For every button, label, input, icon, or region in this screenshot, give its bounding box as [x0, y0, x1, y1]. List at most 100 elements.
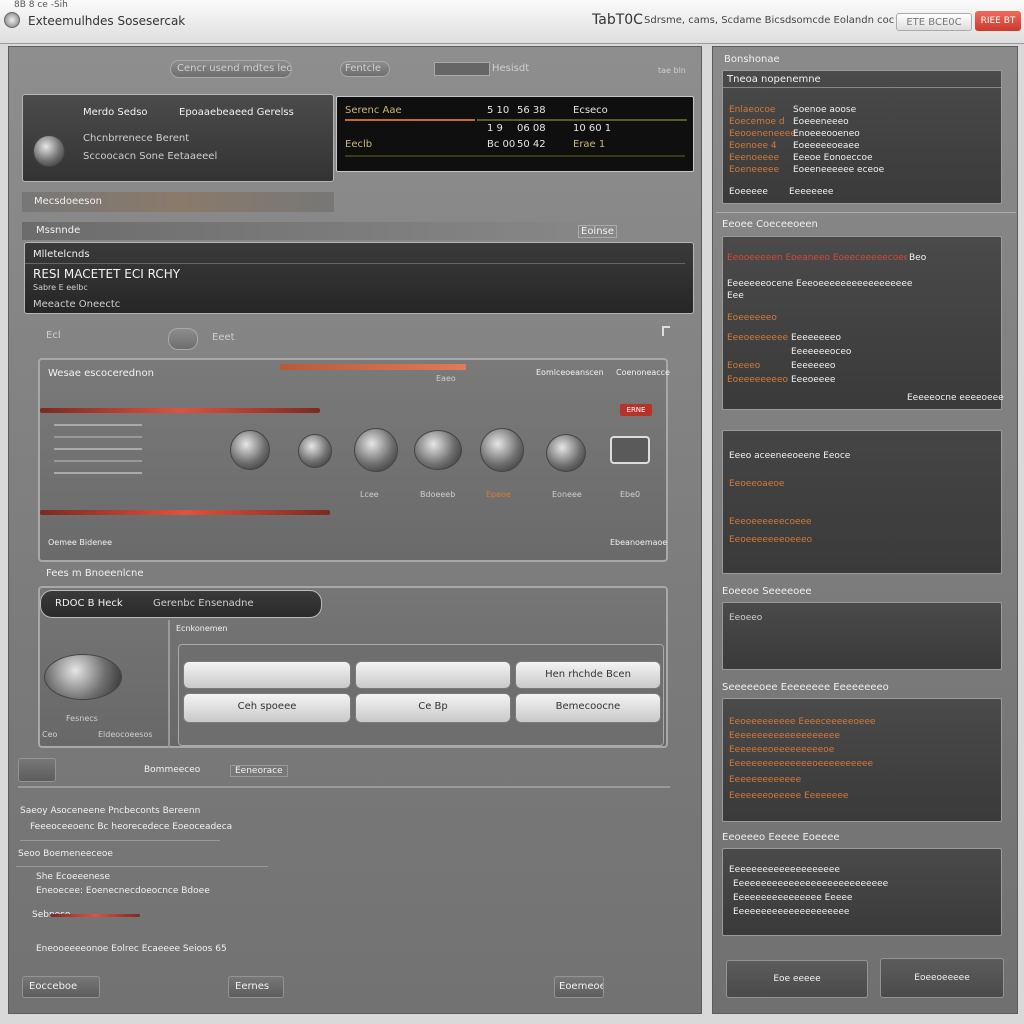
readout-r1-b: 5 10	[487, 105, 510, 116]
mixer-knob-label-3: Epeoe	[486, 490, 511, 499]
sb1-r5-a: Eeenoeeee	[729, 153, 780, 163]
sb5-line-6: Eeeeeeeoeeeee Eeeeeeee	[729, 791, 849, 801]
sb1-r3-b: Enoeeeooeneo	[793, 129, 860, 139]
primary-button[interactable]: RIEE BT	[975, 11, 1021, 31]
mixer-knob-6[interactable]	[546, 434, 586, 472]
mixer-footer-right[interactable]: Ebeanoemaoe	[610, 538, 667, 547]
mixer-knob-4[interactable]	[414, 430, 462, 470]
mixer-progress	[280, 364, 466, 370]
sb1-r1-a: Enlaeocoe	[729, 105, 776, 115]
sb1-r6-a: Eoeneeeee	[729, 165, 780, 175]
sb2-p1-b: Eeeeeeeeo	[791, 333, 841, 343]
sb1-r5-b: Eeeoe Eonoeccoe	[793, 153, 873, 163]
sidebar-box-1-rule	[723, 87, 1001, 88]
readout-r3-a: Eeclb	[345, 139, 373, 150]
toolbar-field-3: Hesisdt	[492, 63, 530, 74]
sb1-r2-a: Eoecemoe d	[729, 117, 785, 127]
nav-box[interactable]	[18, 758, 56, 782]
mixer-device-icon[interactable]	[610, 436, 650, 464]
sb2-p2-b: Eeeeeeeoceo	[791, 347, 852, 357]
grid-button-5[interactable]: Ce Bp	[355, 693, 511, 723]
grid-button-4[interactable]: Ceh spoeee	[183, 693, 351, 723]
sidebar-box-3: Eeeo aceeneeoeene Eeoce Eeoeeoaeoe Eeeoe…	[722, 430, 1002, 574]
toolbar-slider[interactable]	[434, 62, 490, 76]
bottom-foot-right[interactable]: Eoemeoe	[554, 976, 604, 998]
device-line-2: Sccoocacn Sone Eetaaeeel	[83, 151, 218, 162]
button-grid: Hen rhchde Bcen Ceh spoeee Ce Bp Bemecoo…	[178, 644, 664, 746]
sb2-foot[interactable]: Eeeeeocne eeeeoeee	[907, 393, 1004, 403]
bottom-foot-mid[interactable]: Eernes	[228, 976, 284, 998]
mixer-knob-3[interactable]	[354, 428, 398, 472]
section-2-right[interactable]: Eoinse	[578, 225, 617, 238]
sidebar-box-4: Eeoeeo	[722, 602, 1002, 670]
sb5-line-1: Eeoeeeeeeeee Eeeeceeeeeoeee	[729, 717, 876, 727]
lower-foot-1: Ceo	[42, 730, 58, 739]
toolbar-field-2[interactable]: Fentcle	[340, 61, 390, 77]
device-title: Merdo Sedso	[83, 107, 148, 118]
sb2-p4-b: Eeeoeeee	[791, 375, 836, 385]
section-1-label: Mecsdoeeson	[34, 196, 102, 207]
sidebar-button-1[interactable]: Eoe eeeee	[726, 960, 868, 998]
sb2-line-1: Eeooeeeeen Eoeaneeo Eoeeceeeeecoeeeo	[727, 253, 907, 263]
nav-1[interactable]: Bommeeceo	[144, 765, 200, 775]
device-knob[interactable]	[33, 135, 65, 167]
mixer-knob-5[interactable]	[480, 428, 524, 472]
grid-button-3[interactable]: Hen rhchde Bcen	[515, 661, 661, 689]
lower-knob-caption: Fesnecs	[66, 714, 98, 723]
sb6-line-2: Eeeeeeeeeeeeeeeeeeeeeeeeeeee	[733, 879, 889, 889]
toolbar-field-1[interactable]: Cencr usend mdtes leolen	[170, 60, 292, 78]
back-icon[interactable]	[4, 12, 20, 28]
bottom-foot-left[interactable]: Eocceboe	[22, 976, 100, 998]
lower-rule	[18, 786, 670, 788]
mixer-tag[interactable]: ERNE	[620, 404, 652, 416]
sb1-r1-b: Soenoe aoose	[793, 105, 857, 115]
sb1-r4-a: Eoenoee 4	[729, 141, 777, 151]
mixer-track-sub: Eaeo	[436, 374, 456, 383]
device-line-1: Chcnbrrenece Berent	[83, 133, 190, 144]
bottom-header: Seoo Boemeneeceoe	[18, 849, 113, 859]
sb4-text: Eeoeeo	[729, 613, 763, 623]
sb3-line-3: Eeoeeeeeeeoeeeo	[729, 535, 813, 545]
sb6-line-3: Eeeeeeeeeeeeeeee Eeeee	[733, 893, 853, 903]
control-toggle[interactable]	[168, 328, 198, 350]
mixer-track-line-4	[54, 460, 142, 462]
sidebar-button-2[interactable]: Eoeeoeeeee	[880, 958, 1004, 998]
sb1-r2-b: Eoeeeneeeo	[793, 117, 849, 127]
sb1-r4-b: Eoeeeeeoeaee	[793, 141, 860, 151]
mixer-knob-2[interactable]	[298, 434, 332, 468]
bottom-red-line	[50, 914, 140, 917]
sb2-line-3: Eee	[727, 291, 744, 301]
grid-button-2[interactable]	[355, 661, 511, 689]
bottom-rule-2	[16, 866, 268, 867]
lower-foot-2: Eldeocoeesos	[98, 730, 153, 739]
mixer-panel: Wesae escocerednon Eaeo Eomlceoeanscen C…	[38, 358, 670, 562]
lower-bar[interactable]: RDOC B Heck Gerenbc Ensenadne	[40, 590, 322, 618]
grid-button-1[interactable]	[183, 661, 351, 689]
grid-button-6[interactable]: Bemecoocne	[515, 693, 661, 723]
toolbar-right-label: tae bln	[658, 66, 686, 75]
secondary-button[interactable]: ETE BCE0C	[896, 13, 972, 31]
sidebar-box-1: Tneoa nopenemne Enlaeocoe Soenoe aoose E…	[722, 70, 1002, 204]
sb1-r3-a: Eeooeneneeee	[729, 129, 796, 139]
app-title: Exteemulhdes Sosesercak	[28, 14, 186, 28]
sidebar-rule-1	[716, 212, 1016, 213]
tab-text[interactable]: 8B 8 ce -Sih	[14, 0, 68, 10]
lower-bar-label: RDOC B Heck	[55, 598, 123, 609]
readout-r2-c: 06 08	[517, 123, 546, 134]
lower-bar-value: Gerenbc Ensenadne	[153, 598, 254, 609]
readout-r2-b: 1 9	[487, 123, 503, 134]
sidebar-h1: Bonshonae	[724, 54, 780, 65]
bottom-item-4: Eneooeeeeonoe Eolrec Ecaeeee Seioos 65	[36, 944, 227, 954]
readout-r2-d: 10 60 1	[573, 123, 612, 134]
mixer-knob-1[interactable]	[230, 430, 270, 470]
nav-2[interactable]: Eeneorace	[230, 765, 288, 777]
readout-display: Serenc Aae 5 10 56 38 Ecseco 1 9 06 08 1…	[336, 96, 694, 172]
lower-section-title: Fees m Bnoeenlcne	[46, 568, 144, 579]
mixer-knob-label-2: Bdoeeeb	[420, 490, 456, 499]
mixer-footer-left: Oemee Bidenee	[48, 538, 113, 547]
mixer-knob-label-4: Eoneee	[552, 490, 582, 499]
sb2-p3-a: Eoeeeo	[727, 361, 761, 371]
sb6-line-1: Eeeeeeeeeeeeeeeeeeee	[729, 865, 840, 875]
lower-knob[interactable]	[44, 654, 122, 700]
center-subtitle: Sdrsme, cams, Scdame Bicsdsomcde Eolandn…	[644, 15, 894, 26]
